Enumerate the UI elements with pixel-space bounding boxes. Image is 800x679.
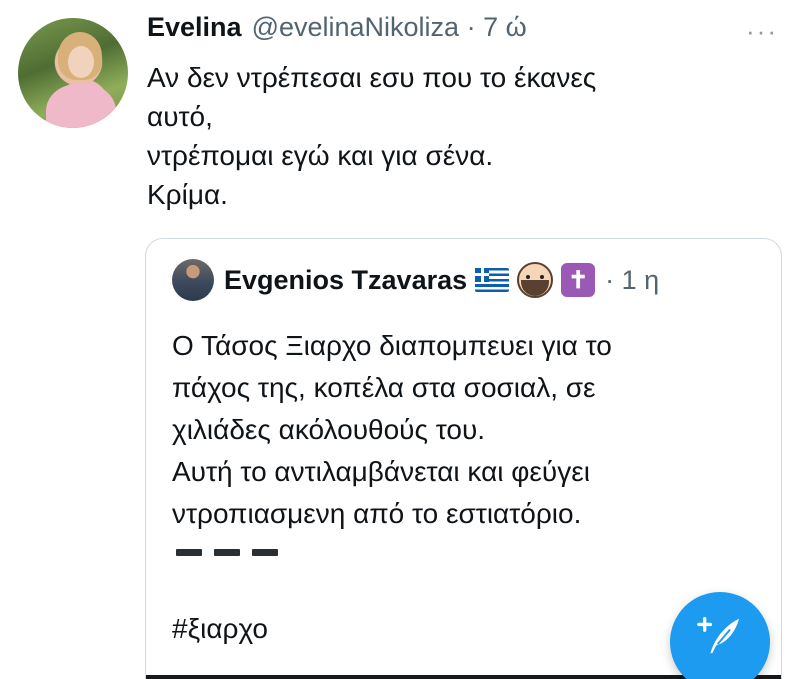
tweet[interactable]: Evelina @evelinaNikoliza · 7 ώ ··· Αν δε…: [0, 0, 800, 679]
author-handle[interactable]: @evelinaNikoliza · 7 ώ: [252, 12, 527, 43]
latin-cross-icon: ✝: [561, 263, 596, 297]
quoted-text-line: πάχος της, κοπέλα στα σοσιαλ, σε: [172, 372, 596, 403]
tweet-text-line: Κρίμα.: [147, 179, 228, 210]
dash: [214, 549, 240, 556]
quoted-text-line: Αυτή το αντιλαμβάνεται και φεύγει: [172, 456, 590, 487]
quoted-author-name-wrap: Evgenios Tzavaras ✝: [224, 262, 596, 298]
author-name[interactable]: Evelina: [147, 12, 242, 43]
tweet-text: Αν δεν ντρέπεσαι εσυ που το έκανες αυτό,…: [147, 58, 747, 214]
hashtag[interactable]: #ξιαρχο: [172, 613, 268, 645]
avatar-dress: [46, 84, 116, 128]
tweet-header: Evelina @evelinaNikoliza · 7 ώ: [147, 12, 527, 43]
tweet-time[interactable]: 7 ώ: [483, 12, 527, 42]
quoted-text-line: χιλιάδες ακόλουθούς του.: [172, 414, 486, 445]
quoted-header: Evgenios Tzavaras ✝ · 1 η: [172, 259, 659, 301]
dash: [176, 549, 202, 556]
quoted-meta: · 1 η: [605, 265, 659, 296]
compose-tweet-icon: [697, 616, 740, 654]
dash-divider: [176, 549, 278, 556]
more-horizontal-icon[interactable]: ···: [746, 18, 778, 44]
quoted-meta-separator: ·: [605, 264, 615, 295]
dash: [252, 549, 278, 556]
author-avatar[interactable]: [18, 18, 128, 128]
meta-separator: ·: [466, 12, 476, 42]
tweet-text-line: ντρέπομαι εγώ και για σένα.: [147, 140, 494, 171]
tweet-text-line: αυτό,: [147, 101, 213, 132]
tweet-text-line: Αν δεν ντρέπεσαι εσυ που το έκανες: [147, 62, 597, 93]
quoted-text-line: ντροπιασμενη από το εστιατόριο.: [172, 498, 582, 529]
quoted-text: Ο Τάσος Ξιαρχο διαπομπευει για το πάχος …: [172, 325, 772, 535]
greek-flag-icon: [475, 268, 510, 292]
avatar-face: [68, 46, 94, 78]
bearded-face-icon: [517, 262, 554, 298]
quoted-time[interactable]: 1 η: [622, 265, 660, 295]
quoted-author-avatar[interactable]: [172, 259, 214, 301]
quoted-author-name[interactable]: Evgenios Tzavaras: [224, 265, 467, 296]
author-handle-text: @evelinaNikoliza: [251, 12, 460, 42]
quoted-text-line: Ο Τάσος Ξιαρχο διαπομπευει για το: [172, 330, 612, 361]
